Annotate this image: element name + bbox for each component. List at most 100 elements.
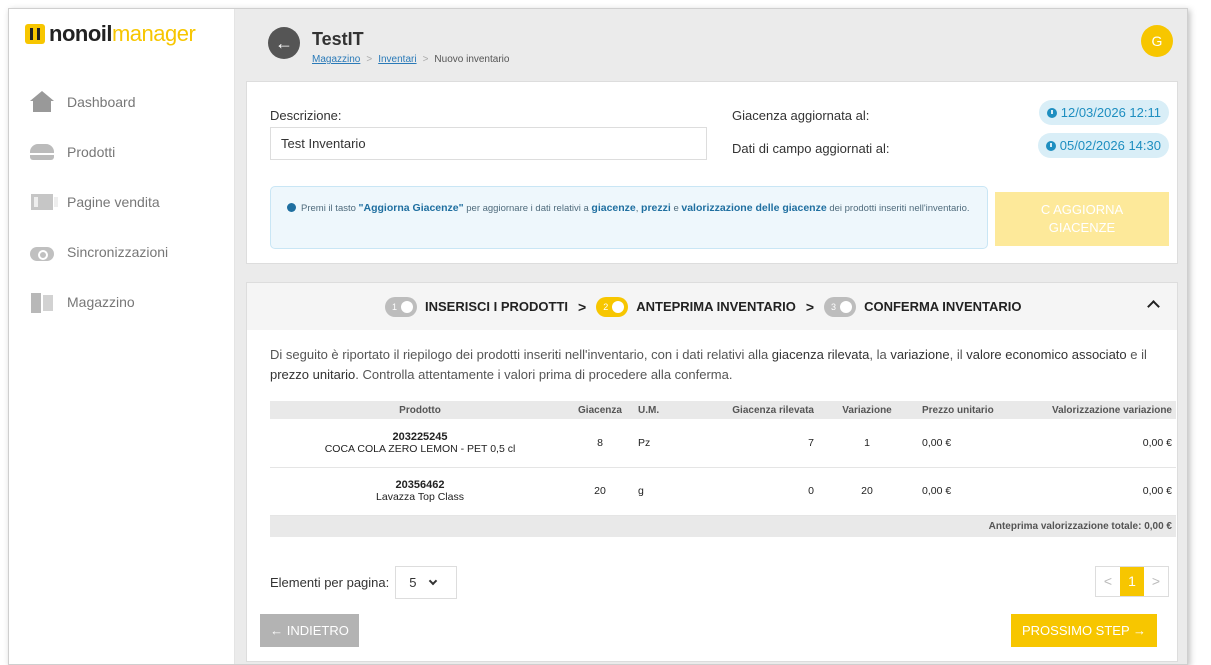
indietro-button[interactable]: ← INDIETRO [260, 614, 359, 647]
sales-page-icon [29, 191, 58, 213]
info-text-valorizzazione: valorizzazione delle giacenze [681, 202, 827, 214]
sidebar-nav: Dashboard Prodotti Pagine vendita Sincro… [9, 77, 234, 327]
intro-b2: variazione [890, 347, 950, 362]
sidebar-item-prodotti[interactable]: Prodotti [9, 127, 234, 177]
cell-prodotto: 20356462 Lavazza Top Class [270, 467, 570, 516]
cell-valorizzazione: 0,00 € [1010, 419, 1176, 468]
inventory-details-card: Descrizione: Giacenza aggiornata al: Dat… [246, 81, 1178, 264]
col-prodotto[interactable]: Prodotto [270, 401, 570, 419]
giacenza-date: 12/03/2026 12:11 [1060, 105, 1161, 120]
chevron-down-icon [429, 576, 438, 586]
box-icon [401, 300, 414, 313]
info-alert: Premi il tasto "Aggiorna Giacenze" per a… [270, 186, 988, 249]
step-label: CONFERMA INVENTARIO [864, 299, 1022, 314]
table-header-row: Prodotto Giacenza U.M. Giacenza rilevata… [270, 401, 1176, 419]
sidebar: nonoil manager Dashboard Prodotti Pagine … [9, 9, 235, 664]
stepper: 1 INSERISCI I PRODOTTI > 2 ANTEPRIMA INV… [247, 283, 1177, 330]
products-table: Prodotto Giacenza U.M. Giacenza rilevata… [270, 401, 1176, 537]
clock-icon [1045, 140, 1056, 151]
info-text-post: dei prodotti inseriti nell'inventario. [826, 203, 970, 214]
house-icon [29, 91, 55, 113]
page-1-button[interactable]: 1 [1120, 567, 1144, 596]
descrizione-input[interactable] [270, 127, 707, 160]
step-inserisci-prodotti[interactable]: 1 INSERISCI I PRODOTTI [385, 296, 568, 317]
descrizione-label: Descrizione: [270, 108, 342, 123]
cell-giacenza-rilevata: 0 [700, 467, 822, 516]
step-anteprima-inventario[interactable]: 2 ANTEPRIMA INVENTARIO [596, 296, 796, 317]
prev-page-button[interactable]: < [1096, 567, 1120, 596]
giacenza-date-badge: 12/03/2026 12:11 [1038, 100, 1169, 125]
sidebar-item-pagine-vendita[interactable]: Pagine vendita [9, 177, 234, 227]
pagination: < 1 > [1095, 566, 1169, 597]
chevron-right-icon: > [578, 298, 587, 315]
intro-b3: valore economico associato [966, 347, 1127, 362]
cell-variazione: 1 [822, 419, 912, 468]
product-name: Lavazza Top Class [376, 491, 464, 503]
dati-date-badge: 05/02/2026 14:30 [1037, 133, 1169, 158]
cell-prezzo: 0,00 € [912, 467, 1010, 516]
col-variazione[interactable]: Variazione [822, 401, 912, 419]
col-giacenza[interactable]: Giacenza [570, 401, 630, 419]
breadcrumb-separator-icon: > [422, 54, 429, 65]
sidebar-item-sincronizzazioni[interactable]: Sincronizzazioni [9, 227, 234, 277]
total-valorizzazione: Anteprima valorizzazione totale: 0,00 € [270, 515, 1176, 537]
col-prezzo-unitario[interactable]: Prezzo unitario [912, 401, 1010, 419]
table-row[interactable]: 203225245 COCA COLA ZERO LEMON - PET 0,5… [270, 419, 1176, 468]
info-text-giacenze: giacenze [591, 202, 636, 214]
table-row[interactable]: 20356462 Lavazza Top Class 20 g 0 20 0,0… [270, 467, 1176, 516]
next-page-button[interactable]: > [1144, 567, 1168, 596]
sidebar-item-label: Magazzino [67, 294, 135, 310]
page-header: ← TestIT Magazzino > Inventari > Nuovo i… [236, 9, 1187, 74]
logo-text-part1: nonoil [49, 21, 112, 46]
aggiorna-label-line2: GIACENZE [1048, 220, 1116, 235]
logo-mark-icon [25, 24, 45, 44]
breadcrumb-separator-icon: > [366, 54, 373, 65]
col-um[interactable]: U.M. [630, 401, 700, 419]
sidebar-item-dashboard[interactable]: Dashboard [9, 77, 234, 127]
aggiorna-giacenze-button[interactable]: C AGGIORNA GIACENZE [995, 192, 1169, 246]
info-icon [287, 203, 296, 212]
avatar[interactable]: G [1141, 25, 1173, 57]
col-giacenza-rilevata[interactable]: Giacenza rilevata [700, 401, 822, 419]
cell-variazione: 20 [822, 467, 912, 516]
step-3-badge: 3 [824, 296, 857, 317]
step-number: 1 [392, 301, 398, 312]
sidebar-item-label: Prodotti [67, 144, 116, 160]
sidebar-item-label: Dashboard [67, 94, 136, 110]
col-valorizzazione[interactable]: Valorizzazione variazione [1010, 401, 1176, 419]
cell-um: g [630, 467, 700, 516]
breadcrumb-inventari[interactable]: Inventari [378, 54, 416, 65]
info-text-button: "Aggiorna Giacenze" [358, 202, 464, 214]
dati-campo-label: Dati di campo aggiornati al: [732, 141, 890, 156]
intro-t5: . Controlla attentamente i valori prima … [355, 367, 733, 382]
table-total-row: Anteprima valorizzazione totale: 0,00 € [270, 515, 1176, 537]
step-conferma-inventario[interactable]: 3 CONFERMA INVENTARIO [824, 296, 1022, 317]
product-code: 203225245 [392, 430, 448, 443]
cell-prodotto: 203225245 COCA COLA ZERO LEMON - PET 0,5… [270, 419, 570, 468]
sidebar-item-magazzino[interactable]: Magazzino [9, 277, 234, 327]
step-number: 3 [831, 301, 837, 312]
per-page-value: 5 [409, 575, 417, 590]
sidebar-item-label: Sincronizzazioni [67, 244, 169, 260]
intro-b1: giacenza rilevata [771, 347, 870, 362]
cell-valorizzazione: 0,00 € [1010, 467, 1176, 516]
breadcrumb-current: Nuovo inventario [434, 54, 510, 65]
check-icon [840, 300, 853, 313]
sync-icon [29, 241, 55, 263]
per-page-control: Elementi per pagina: 5 [270, 566, 458, 599]
back-arrow-button[interactable]: ← [268, 27, 300, 59]
per-page-select[interactable]: 5 [395, 566, 458, 599]
logo[interactable]: nonoil manager [25, 21, 196, 47]
step-1-badge: 1 [385, 296, 418, 317]
info-text-mid: per aggiornare i dati relativi a [463, 203, 592, 214]
chevron-up-icon[interactable] [1147, 298, 1159, 310]
breadcrumb-magazzino[interactable]: Magazzino [312, 54, 360, 65]
chevron-right-icon: > [805, 298, 815, 315]
intro-t4: e il [1126, 347, 1147, 362]
info-text-pre: Premi il tasto [301, 203, 359, 214]
dati-date: 05/02/2026 14:30 [1059, 138, 1161, 153]
aggiorna-label-line1: C AGGIORNA [1040, 202, 1124, 217]
intro-t2: , la [869, 347, 891, 362]
prossimo-step-button[interactable]: PROSSIMO STEP → [1011, 614, 1157, 647]
product-name: COCA COLA ZERO LEMON - PET 0,5 cl [324, 442, 516, 455]
